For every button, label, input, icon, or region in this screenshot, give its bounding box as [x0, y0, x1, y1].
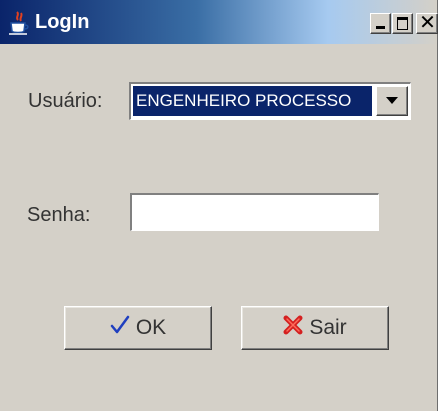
exit-button[interactable]: Sair: [241, 306, 389, 350]
ok-button-label: OK: [135, 316, 167, 339]
java-cup-icon: [8, 10, 30, 36]
chevron-down-icon: [386, 97, 398, 104]
user-label: Usuário:: [28, 90, 103, 112]
title-bar[interactable]: LogIn ✕: [0, 0, 438, 44]
red-x-icon: [283, 315, 303, 341]
ok-button[interactable]: OK: [64, 306, 212, 350]
minimize-button[interactable]: [370, 13, 391, 34]
checkmark-icon: [110, 315, 130, 341]
close-button[interactable]: ✕: [416, 12, 438, 34]
user-dropdown-button[interactable]: [376, 86, 408, 116]
maximize-button[interactable]: [392, 13, 413, 34]
minimize-icon: [376, 26, 385, 29]
exit-button-label: Sair: [309, 316, 347, 339]
user-select[interactable]: ENGENHEIRO PROCESSO: [129, 82, 411, 120]
window-title: LogIn: [35, 11, 90, 33]
password-label: Senha:: [27, 204, 91, 226]
password-field[interactable]: [130, 193, 379, 231]
user-selected-value[interactable]: ENGENHEIRO PROCESSO: [133, 86, 372, 116]
login-window: LogIn ✕ Usuário: ENGENHEIRO PROCESSO Sen…: [0, 0, 438, 411]
maximize-icon: [397, 17, 408, 30]
close-icon: ✕: [419, 12, 436, 34]
